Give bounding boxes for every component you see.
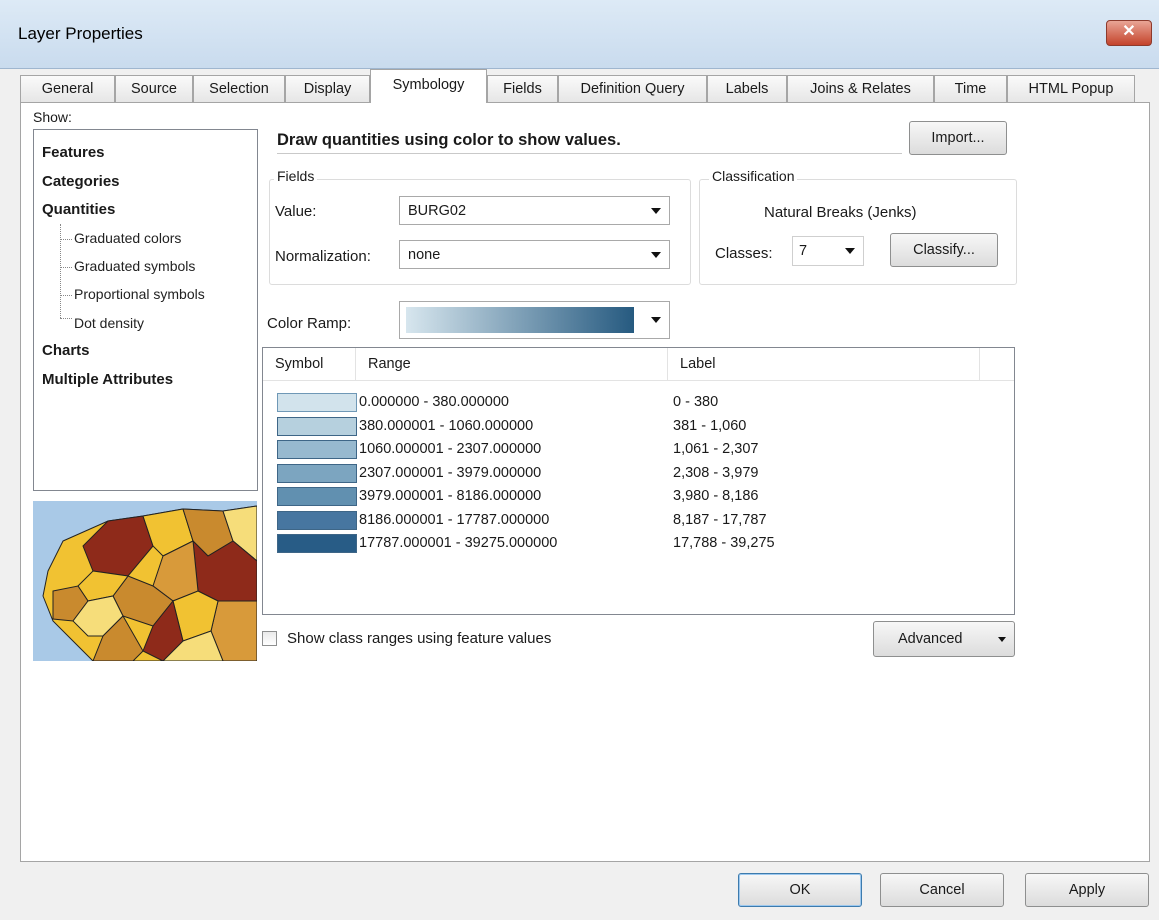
range-cell: 3979.000001 - 8186.000000	[359, 488, 542, 504]
symbol-swatch[interactable]	[277, 416, 357, 436]
chevron-down-icon	[651, 207, 661, 214]
classification-method: Natural Breaks (Jenks)	[764, 204, 917, 221]
normalization-selected: none	[408, 247, 441, 263]
tree-item-proportional-symbols[interactable]: Proportional symbols	[74, 286, 205, 302]
tab-symbology[interactable]: Symbology	[370, 69, 487, 103]
value-label: Value:	[275, 203, 317, 220]
tab-time[interactable]: Time	[934, 75, 1007, 102]
tree-item-features[interactable]: Features	[42, 144, 105, 161]
tab-joins-relates[interactable]: Joins & Relates	[787, 75, 934, 102]
classification-group	[699, 179, 1017, 285]
table-row[interactable]: 0.000000 - 380.000000 0 - 380	[263, 393, 1003, 413]
chevron-down-icon	[651, 317, 661, 323]
tab-html-popup[interactable]: HTML Popup	[1007, 75, 1135, 102]
label-cell[interactable]: 2,308 - 3,979	[673, 465, 758, 481]
classification-legend: Classification	[709, 168, 798, 184]
table-row[interactable]: 8186.000001 - 17787.000000 8,187 - 17,787	[263, 510, 1003, 531]
value-dropdown[interactable]: BURG02	[399, 196, 670, 225]
close-button[interactable]: ✕	[1106, 20, 1152, 46]
table-row[interactable]: 1060.000001 - 2307.000000 1,061 - 2,307	[263, 440, 1003, 460]
symbology-preview-image	[33, 501, 257, 661]
symbol-swatch[interactable]	[277, 440, 357, 459]
fields-group	[269, 179, 691, 285]
table-row[interactable]: 17787.000001 - 39275.000000 17,788 - 39,2…	[263, 534, 1003, 554]
advanced-button[interactable]: Advanced	[873, 621, 1015, 657]
cancel-button[interactable]: Cancel	[880, 873, 1004, 907]
ok-button[interactable]: OK	[738, 873, 862, 907]
symbol-swatch[interactable]	[277, 463, 357, 483]
color-ramp-label: Color Ramp:	[267, 315, 352, 332]
show-class-ranges-checkbox[interactable]	[262, 631, 277, 646]
label-cell[interactable]: 3,980 - 8,186	[673, 488, 758, 504]
tab-fields[interactable]: Fields	[487, 75, 558, 102]
show-label: Show:	[33, 109, 72, 125]
label-cell[interactable]: 0 - 380	[673, 394, 718, 410]
table-row[interactable]: 380.000001 - 1060.000000 381 - 1,060	[263, 416, 1003, 437]
range-cell: 380.000001 - 1060.000000	[359, 417, 534, 434]
table-row[interactable]: 2307.000001 - 3979.000000 2,308 - 3,979	[263, 463, 1003, 484]
tree-item-graduated-colors[interactable]: Graduated colors	[74, 230, 181, 246]
tree-item-multiple-attributes[interactable]: Multiple Attributes	[42, 371, 173, 388]
table-row[interactable]: 3979.000001 - 8186.000000 3,980 - 8,186	[263, 487, 1003, 507]
tab-source[interactable]: Source	[115, 75, 193, 102]
range-cell: 2307.000001 - 3979.000000	[359, 464, 542, 481]
symbol-swatch[interactable]	[277, 510, 357, 530]
close-icon: ✕	[1122, 23, 1136, 40]
label-cell[interactable]: 8,187 - 17,787	[673, 512, 767, 528]
range-cell: 8186.000001 - 17787.000000	[359, 511, 550, 528]
import-button[interactable]: Import...	[909, 121, 1007, 155]
classify-button[interactable]: Classify...	[890, 233, 998, 267]
color-ramp-dropdown[interactable]	[399, 301, 670, 339]
chevron-down-icon	[998, 637, 1006, 642]
normalization-dropdown[interactable]: none	[399, 240, 670, 269]
chevron-down-icon	[651, 251, 661, 258]
chevron-down-icon	[845, 248, 855, 254]
range-cell: 17787.000001 - 39275.000000	[359, 535, 558, 551]
symbol-swatch[interactable]	[277, 393, 357, 412]
classes-dropdown[interactable]: 7	[792, 236, 864, 266]
column-header-symbol[interactable]: Symbol	[263, 348, 356, 380]
tree-item-charts[interactable]: Charts	[42, 342, 90, 359]
classes-label: Classes:	[715, 245, 773, 262]
symbol-swatch[interactable]	[277, 534, 357, 553]
symbology-panel: Show: Features Categories Quantities Gra…	[20, 102, 1150, 862]
range-cell: 0.000000 - 380.000000	[359, 394, 509, 410]
classes-value: 7	[799, 243, 808, 259]
tab-definition-query[interactable]: Definition Query	[558, 75, 707, 102]
tree-dot	[60, 318, 72, 319]
title-bar: Layer Properties ✕	[0, 0, 1159, 69]
symbol-swatch[interactable]	[277, 487, 357, 506]
tree-item-categories[interactable]: Categories	[42, 173, 120, 190]
label-cell[interactable]: 1,061 - 2,307	[673, 441, 758, 457]
symbology-heading: Draw quantities using color to show valu…	[277, 131, 902, 154]
color-ramp-swatch	[406, 307, 634, 333]
normalization-label: Normalization:	[275, 248, 371, 265]
tree-item-graduated-symbols[interactable]: Graduated symbols	[74, 258, 195, 274]
tree-dot	[60, 239, 72, 240]
apply-button[interactable]: Apply	[1025, 873, 1149, 907]
tree-item-dot-density[interactable]: Dot density	[74, 315, 144, 331]
tree-dot	[60, 295, 72, 296]
column-header-label[interactable]: Label	[668, 348, 980, 380]
show-tree: Features Categories Quantities Graduated…	[33, 129, 258, 491]
tab-display[interactable]: Display	[285, 75, 370, 102]
value-selected: BURG02	[408, 203, 467, 219]
map-preview-svg	[33, 501, 257, 661]
tab-bar: General Source Selection Display Symbolo…	[20, 69, 1150, 103]
tab-general[interactable]: General	[20, 75, 115, 102]
range-cell: 1060.000001 - 2307.000000	[359, 441, 542, 457]
fields-legend: Fields	[274, 168, 318, 184]
show-class-ranges-label: Show class ranges using feature values	[287, 630, 552, 647]
label-cell[interactable]: 17,788 - 39,275	[673, 535, 775, 551]
advanced-label: Advanced	[898, 631, 963, 647]
window-title: Layer Properties	[18, 24, 143, 43]
list-header: Symbol Range Label	[263, 348, 1014, 381]
tree-dot	[60, 267, 72, 268]
tree-item-quantities[interactable]: Quantities	[42, 201, 115, 218]
class-list[interactable]: Symbol Range Label 0.000000 - 380.000000…	[262, 347, 1015, 615]
tab-labels[interactable]: Labels	[707, 75, 787, 102]
column-header-range[interactable]: Range	[356, 348, 668, 380]
label-cell[interactable]: 381 - 1,060	[673, 418, 746, 434]
tab-selection[interactable]: Selection	[193, 75, 285, 102]
